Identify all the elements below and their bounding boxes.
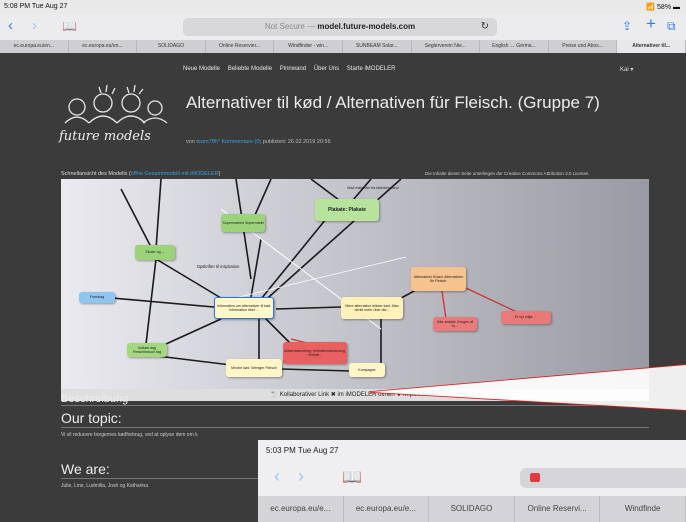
tab-item[interactable]: Preise und Abos... [549, 40, 618, 53]
divider [61, 405, 649, 406]
tab-strip: ec.europa.eu/en... ec.europa.eu/en... SO… [0, 40, 686, 53]
overlay-tab-strip: ec.europa.eu/e... ec.europa.eu/e... SOLI… [258, 496, 686, 522]
diagram-node[interactable]: Opskrifter til inspiration [181, 262, 255, 272]
status-time: 5:08 PM Tue Aug 27 [4, 3, 68, 10]
logo-text: future models [59, 129, 151, 144]
overlay-tab: SOLIDAGO [429, 496, 515, 522]
diagram-node[interactable]: Kampagne [349, 363, 385, 377]
diagram-node[interactable]: Information om alternativer til kød: Inf… [214, 297, 274, 319]
nav-beliebte-modelle[interactable]: Beliebte Modelle [228, 66, 272, 72]
diagram-node[interactable]: Alternativer til kød: Alternativen für F… [411, 267, 466, 291]
tab-item[interactable]: ec.europa.eu/en... [69, 40, 138, 53]
post-meta: von team78h* Kommentare (0) publiziert: … [186, 139, 331, 145]
user-menu[interactable]: Kai ▾ [620, 66, 633, 73]
published-date: publiziert: 26.02.2019 20:56 [262, 139, 331, 145]
diagram-node[interactable]: Skoler og ... [135, 245, 175, 260]
diagram-node[interactable]: Et nyt miljø: ... [501, 311, 551, 324]
page-title: Alternativer til kød / Alternativen für … [186, 93, 600, 112]
nav-pinnwand[interactable]: Pinnwand [280, 66, 306, 72]
diagram-node[interactable]: Foredrag [79, 292, 115, 303]
reload-icon[interactable]: ↻ [481, 18, 489, 36]
share-icon[interactable]: ⇪ [622, 18, 632, 34]
record-icon [530, 473, 540, 482]
diagram-node[interactable]: Mad materiale fra tallerkenstand [337, 183, 409, 193]
browser-toolbar: ‹ › 📖 Not Secure — model.future-models.c… [0, 14, 686, 40]
overlay-status-time: 5:03 PM Tue Aug 27 [266, 446, 339, 455]
diagram-node[interactable]: Mere alternative mikser kød: Man denkt m… [341, 297, 403, 319]
author-link[interactable]: team78h* [196, 139, 220, 145]
status-battery: 📶 58% ▬ [646, 4, 680, 11]
tab-item[interactable]: ec.europa.eu/en... [0, 40, 69, 53]
tab-item[interactable]: Seglerverein Nie... [412, 40, 481, 53]
address-bar[interactable]: Not Secure — model.future-models.com ↻ [183, 18, 497, 36]
not-secure-label: Not Secure — [264, 22, 318, 31]
license-note: Die Inhalte dieser Seite unterliegen der… [425, 171, 590, 176]
nav-starte-imodeler[interactable]: Starte iMODELER [347, 66, 396, 72]
diagram-node[interactable]: Plakate: Plakate [315, 199, 379, 221]
plus-icon[interactable]: + [646, 15, 656, 32]
section-heading: Our topic: [61, 410, 122, 426]
section-heading: We are: [61, 461, 110, 477]
model-diagram[interactable]: Plakate: Plakate Mad materiale fra talle… [61, 179, 649, 389]
diagram-node[interactable]: Adfærdsændring: Verhaltensänderung, Verh… [283, 342, 347, 364]
overlay-tab: ec.europa.eu/e... [258, 496, 344, 522]
site-nav: Neue Modelle Beliebte Modelle Pinnwand Ü… [183, 66, 401, 72]
overlay-bookmarks-icon: 📖 [342, 469, 362, 486]
overlay-tab: Online Reservi... [515, 496, 601, 522]
diagram-node[interactable]: Ikke ønsket: Brugen af to… [433, 317, 477, 331]
tab-item[interactable]: SUNBEAM Solar... [343, 40, 412, 53]
tab-item[interactable]: Windfinder - win... [274, 40, 343, 53]
back-icon[interactable]: ‹ [8, 18, 13, 34]
bookmarks-icon[interactable]: 📖 [62, 18, 77, 34]
nav-ueber-uns[interactable]: Über Uns [314, 66, 339, 72]
url-host: model.future-models.com [317, 22, 416, 31]
diagram-node[interactable]: Supermarked Supermarkt [221, 214, 265, 232]
weare-text: Julie, Line, Ludmilla, Josh og Katharina [61, 483, 148, 489]
forward-icon[interactable]: › [32, 18, 37, 34]
status-bar: 5:08 PM Tue Aug 27 📶 58% ▬ [0, 0, 686, 14]
overlay-tab: ec.europa.eu/e... [344, 496, 430, 522]
topic-text: Vi vil reducere borgernes kødforbrug, ve… [61, 432, 198, 438]
overlay-tab: Windfinde [600, 496, 686, 522]
tab-item[interactable]: SOLIDAGO [137, 40, 206, 53]
tab-item[interactable]: Online Reservier... [206, 40, 275, 53]
tab-item-active[interactable]: Alternativer til... [617, 40, 686, 53]
overlay-screenshot: 5:03 PM Tue Aug 27 ‹› 📖 ec.europa.eu/e..… [258, 440, 686, 522]
divider [61, 478, 261, 479]
diagram-node[interactable]: Indkøb dag Fleischbrauch tag [127, 343, 167, 357]
comments-link[interactable]: Kommentare (0) [221, 139, 261, 145]
open-full-model-link[interactable]: öffne Gesamtmodell mit iMODELER [131, 171, 219, 177]
divider [61, 427, 649, 428]
tabs-icon[interactable]: ⧉ [667, 18, 676, 34]
nav-neue-modelle[interactable]: Neue Modelle [183, 66, 220, 72]
overlay-back-forward-icon: ‹› [274, 466, 322, 486]
section-heading: Beschreibung [61, 393, 129, 405]
site-logo[interactable]: future models [55, 81, 173, 151]
overlay-address-bar [520, 468, 686, 488]
tab-item[interactable]: English ↔ Germa... [480, 40, 549, 53]
diagram-node[interactable]: Mindre kød: Weniger Fleisch [226, 359, 282, 377]
diagram-footer[interactable]: 🐩 Kollaborativer Link ✖ im iMODELER öffn… [61, 389, 649, 401]
preview-note: Schnellansicht des Modells (öffne Gesamt… [61, 171, 221, 177]
